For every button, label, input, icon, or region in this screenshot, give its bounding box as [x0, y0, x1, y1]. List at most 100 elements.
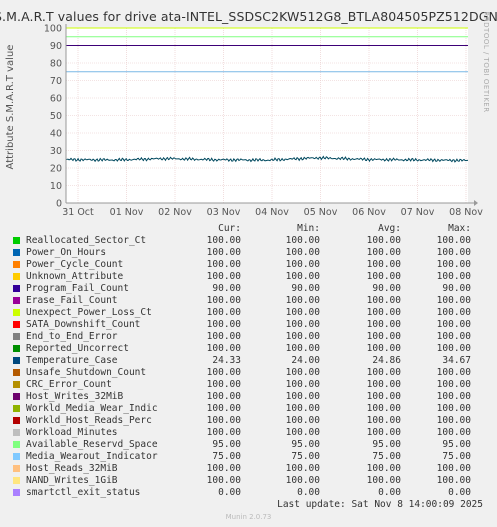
legend-label: Temperature_Case	[26, 355, 118, 366]
legend-swatch	[13, 249, 20, 256]
legend-row: NAND_Writes_1GiB 100.00 100.00 100.00 100.00	[0, 475, 497, 487]
legend-value-max: 95.00	[442, 439, 471, 450]
plot-area: 0 10 20 30 40 50 60 70 80 90 100 31 Oct 01 Nov 02 Nov…	[44, 24, 483, 219]
legend-value-min: 100.00	[285, 295, 320, 306]
legend-swatch	[13, 333, 20, 340]
legend-value-cur: 100.00	[206, 235, 241, 246]
legend-value-max: 34.67	[442, 355, 471, 366]
legend-label: CRC_Error_Count	[26, 379, 112, 390]
legend-value-avg: 100.00	[366, 367, 401, 378]
legend-value-avg: 100.00	[366, 427, 401, 438]
legend-value-cur: 100.00	[206, 331, 241, 342]
legend-swatch	[13, 285, 20, 292]
legend-value-avg: 100.00	[366, 259, 401, 270]
legend-value-avg: 24.86	[372, 355, 401, 366]
x-axis-arrow	[474, 200, 478, 206]
legend-row: Workld_Host_Reads_Perc 100.00 100.00 100.00…	[0, 415, 497, 427]
legend-swatch	[13, 369, 20, 376]
legend-label: Host_Reads_32MiB	[26, 463, 118, 474]
legend-value-max: 100.00	[436, 475, 471, 486]
legend-label: Available_Reservd_Space	[26, 439, 158, 450]
legend-row: CRC_Error_Count 100.00 100.00 100.00 100.00	[0, 379, 497, 391]
legend-value-max: 0.00	[448, 487, 471, 498]
legend-swatch	[13, 405, 20, 412]
legend-value-min: 100.00	[285, 463, 320, 474]
legend-value-min: 90.00	[291, 283, 320, 294]
legend-value-cur: 100.00	[206, 259, 241, 270]
legend-value-min: 100.00	[285, 475, 320, 486]
legend-value-min: 100.00	[285, 403, 320, 414]
legend-label: Host_Writes_32MiB	[26, 391, 124, 402]
legend-value-min: 24.00	[291, 355, 320, 366]
legend-label: smartctl_exit_status	[26, 487, 141, 498]
legend-value-max: 100.00	[436, 415, 471, 426]
legend-swatch	[13, 441, 20, 448]
legend-label: SATA_Downshift_Count	[26, 319, 141, 330]
legend-row: Media_Wearout_Indicator 75.00 75.00 75.00 75…	[0, 451, 497, 463]
y-tick-label: 10	[50, 181, 62, 192]
legend-label: Program_Fail_Count	[26, 283, 129, 294]
legend-value-cur: 100.00	[206, 271, 241, 282]
legend-value-min: 100.00	[285, 259, 320, 270]
legend-swatch	[13, 429, 20, 436]
legend-value-min: 100.00	[285, 415, 320, 426]
legend-value-avg: 100.00	[366, 319, 401, 330]
legend-label: Reported_Uncorrect	[26, 343, 129, 354]
legend-label: Erase_Fail_Count	[26, 295, 118, 306]
y-tick-label: 80	[50, 59, 62, 70]
x-tick-label: 03 Nov	[207, 207, 241, 218]
legend-value-max: 75.00	[442, 451, 471, 462]
legend-label: Power_On_Hours	[26, 247, 107, 258]
legend-swatch	[13, 345, 20, 352]
legend-value-min: 100.00	[285, 367, 320, 378]
legend-row: Unknown_Attribute 100.00 100.00 100.00 100.0…	[0, 271, 497, 283]
legend-row: smartctl_exit_status 0.00 0.00 0.00 0.00	[0, 487, 497, 499]
legend-row: Reported_Uncorrect 100.00 100.00 100.00 100.…	[0, 343, 497, 355]
legend-swatch	[13, 297, 20, 304]
header-cur: Cur:	[218, 223, 241, 234]
legend-swatch	[13, 237, 20, 244]
header-max: Max:	[448, 223, 471, 234]
legend-value-cur: 95.00	[212, 439, 241, 450]
legend-value-avg: 100.00	[366, 295, 401, 306]
x-tick-label: 31 Oct	[62, 207, 94, 218]
legend-label: Unexpect_Power_Loss_Ct	[26, 307, 152, 318]
legend-value-max: 100.00	[436, 403, 471, 414]
legend-label: Unknown_Attribute	[26, 271, 124, 282]
legend-value-avg: 100.00	[366, 379, 401, 390]
legend-swatch	[13, 417, 20, 424]
legend-value-min: 100.00	[285, 319, 320, 330]
legend-swatch	[13, 489, 20, 496]
header-avg: Avg:	[378, 223, 401, 234]
legend-value-max: 100.00	[436, 271, 471, 282]
y-tick-label: 50	[50, 111, 62, 122]
legend-value-max: 100.00	[436, 463, 471, 474]
legend-value-min: 100.00	[285, 427, 320, 438]
last-update: Last update: Sat Nov 8 14:00:09 2025	[277, 499, 483, 510]
legend-value-cur: 24.33	[212, 355, 241, 366]
legend-value-cur: 100.00	[206, 463, 241, 474]
legend-value-avg: 100.00	[366, 235, 401, 246]
legend-label: Workld_Host_Reads_Perc	[26, 415, 152, 426]
legend-row: Unsafe_Shutdown_Count 100.00 100.00 100.00 1…	[0, 367, 497, 379]
legend-value-min: 100.00	[285, 379, 320, 390]
legend-value-max: 100.00	[436, 319, 471, 330]
legend-value-cur: 100.00	[206, 367, 241, 378]
legend-label: Workld_Media_Wear_Indic	[26, 403, 158, 414]
munin-version: Munin 2.0.73	[225, 513, 272, 521]
legend-row: Power_On_Hours 100.00 100.00 100.00 100.00	[0, 247, 497, 259]
legend-row: Workld_Media_Wear_Indic 100.00 100.00 100.0…	[0, 403, 497, 415]
legend-label: Media_Wearout_Indicator	[26, 451, 158, 462]
legend-value-cur: 75.00	[212, 451, 241, 462]
y-tick-label: 40	[50, 129, 62, 140]
legend-value-cur: 100.00	[206, 379, 241, 390]
legend-value-min: 100.00	[285, 331, 320, 342]
legend-swatch	[13, 357, 20, 364]
legend-value-min: 100.00	[285, 247, 320, 258]
legend-row: Program_Fail_Count 90.00 90.00 90.00 90.00	[0, 283, 497, 295]
legend-value-min: 95.00	[291, 439, 320, 450]
x-tick-label: 07 Nov	[401, 207, 435, 218]
legend-swatch	[13, 477, 20, 484]
y-tick-label: 70	[50, 76, 62, 87]
legend-row: SATA_Downshift_Count 100.00 100.00 100.00 10…	[0, 319, 497, 331]
